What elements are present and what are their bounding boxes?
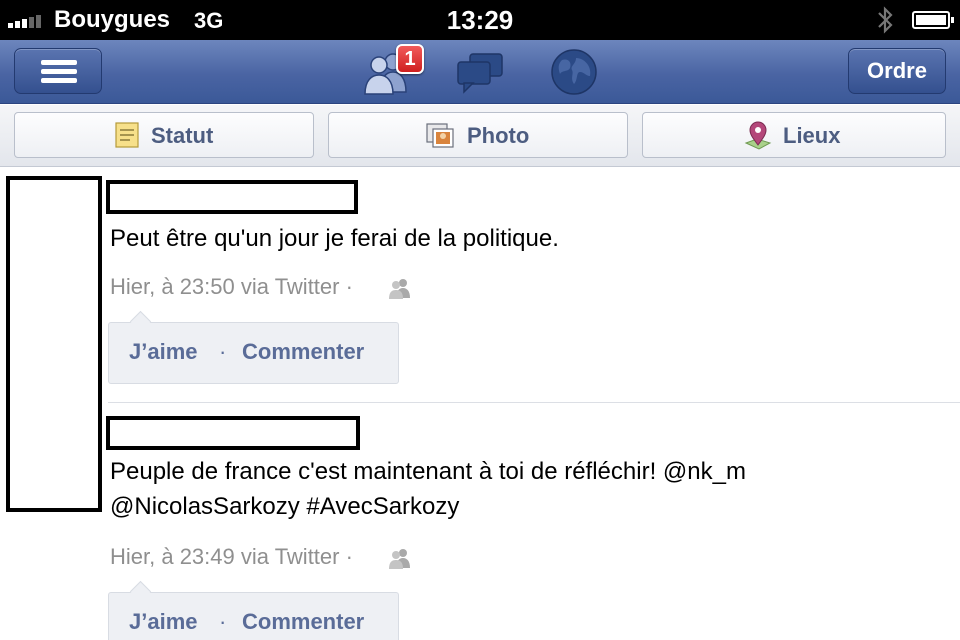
post-text: Peut être qu'un jour je ferai de la poli… [110,225,559,252]
messages-icon[interactable] [454,46,506,98]
friends-audience-icon [388,276,412,300]
composer-bar: Statut Photo Lieux [0,105,960,167]
post-actions: J’aime · Commenter [108,592,399,640]
post-timestamp: Hier, à 23:49 via Twitter · [110,544,353,569]
places-button[interactable]: Lieux [642,112,946,158]
map-pin-icon [743,121,772,150]
places-label: Lieux [783,123,841,148]
post-text-line2: @NicolasSarkozy #AvecSarkozy [110,493,460,520]
friend-requests-badge: 1 [396,44,424,74]
action-separator: · [219,339,227,364]
redacted-author-name[interactable] [106,180,358,214]
redacted-author-name[interactable] [106,416,360,450]
photo-label: Photo [467,123,530,148]
redacted-avatar[interactable] [6,176,102,512]
status-label: Statut [151,123,214,148]
photo-icon [425,121,454,149]
battery-icon [912,11,954,29]
status-note-icon [113,121,141,149]
action-separator: · [219,609,227,634]
photo-button[interactable]: Photo [328,112,628,158]
post-divider [108,402,960,403]
like-link[interactable]: J’aime [129,339,198,365]
menu-button[interactable] [14,48,102,94]
friends-audience-icon [388,546,412,570]
order-button[interactable]: Ordre [848,48,946,94]
comment-link[interactable]: Commenter [242,339,364,365]
post-timestamp: Hier, à 23:50 via Twitter · [110,274,353,299]
post-text-line1: Peuple de france c'est maintenant à toi … [110,458,746,485]
notifications-globe-icon[interactable] [548,46,600,98]
post-actions: J’aime · Commenter [108,322,399,384]
menu-icon [41,60,77,65]
status-time: 13:29 [446,5,514,35]
status-bar: Bouygues 3G 13:29 [0,0,960,40]
status-button[interactable]: Statut [14,112,314,158]
like-link[interactable]: J’aime [129,609,198,635]
comment-link[interactable]: Commenter [242,609,364,635]
bluetooth-icon [876,5,896,42]
top-navbar: 1 Ordre [0,40,960,104]
